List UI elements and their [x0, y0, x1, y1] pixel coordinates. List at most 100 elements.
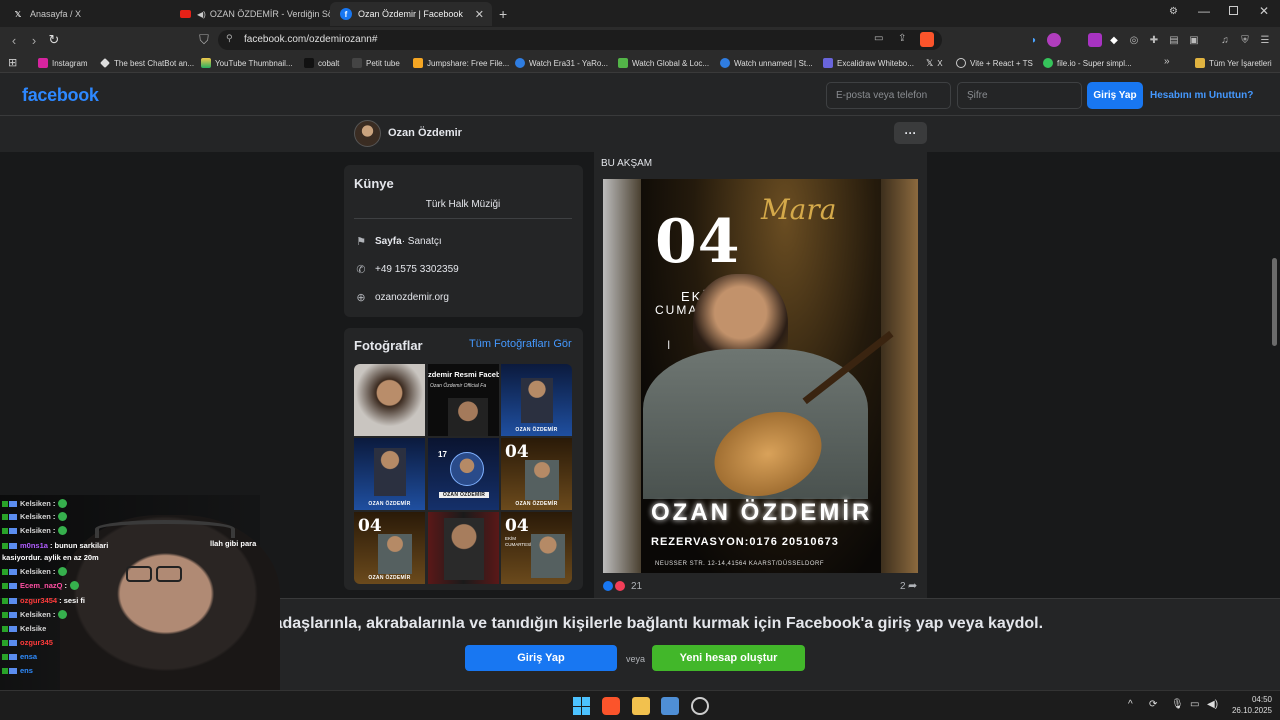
extension-icon-4[interactable]: ◎ [1127, 33, 1141, 47]
volume-icon[interactable]: ◀) [1207, 699, 1218, 710]
avatar[interactable] [354, 120, 381, 147]
apps-grid-icon[interactable]: ⊞ [8, 56, 17, 69]
password-field[interactable]: Şifre [957, 82, 1082, 109]
puzzle-icon[interactable]: ✚ [1147, 33, 1161, 47]
menu-icon[interactable]: ☰ [1258, 33, 1272, 47]
chat-username: ozgur345 [20, 638, 53, 647]
chat-message: Kelsiken: [2, 499, 68, 508]
youtube-icon [180, 10, 191, 18]
more-options-button[interactable]: ··· [894, 122, 927, 144]
brave-browser-icon[interactable] [602, 697, 620, 715]
bookmark-icon[interactable]: ⛉ [196, 32, 212, 48]
poster-name: OZAN ÖZDEMİR [651, 499, 873, 526]
extensions-icon[interactable]: ⚙ [1169, 6, 1178, 17]
bookmark-excalidraw[interactable]: Excalidraw Whitebo... [823, 56, 914, 70]
file-explorer-icon[interactable] [632, 697, 650, 715]
tray-chevron-icon[interactable]: ^ [1128, 699, 1133, 710]
chat-badge-icon [2, 625, 8, 632]
tab-x[interactable]: 𝕏 Anasayfa / X [2, 2, 170, 26]
extension-icon-1[interactable] [1047, 33, 1061, 47]
bookmark-jumpshare[interactable]: Jumpshare: Free File... [413, 56, 509, 70]
bookmark-unnamed[interactable]: Watch unnamed | St... [720, 56, 813, 70]
bookmark-global[interactable]: Watch Global & Loc... [618, 56, 709, 70]
photo-thumbnail[interactable]: 04 OZAN ÖZDEMİR [354, 512, 425, 584]
chat-badge-icon [9, 625, 17, 632]
chatbot-icon [100, 58, 110, 68]
profile-name[interactable]: Ozan Özdemir [388, 127, 462, 139]
post-image[interactable]: Mara 04 EKİM CUMARTESİ OZAN ÖZDEMİR REZE… [603, 179, 918, 573]
windows-start-icon[interactable] [573, 697, 591, 715]
vpn-icon[interactable]: ⛨ [1238, 33, 1252, 47]
tab-youtube[interactable]: ◀) OZAN ÖZDEMİR - Verdiğin Söz Ya [170, 2, 330, 26]
address-bar[interactable]: ⚲ facebook.com/ozdemirozann# ▭ ⇪ [218, 30, 942, 50]
all-bookmarks[interactable]: Tüm Yer İşaretleri [1195, 56, 1272, 70]
new-tab-icon[interactable]: + [499, 6, 507, 22]
forgot-account-link[interactable]: Hesabını mı Unuttun? [1150, 90, 1253, 101]
minimize-icon[interactable]: — [1198, 4, 1210, 18]
forward-icon[interactable]: › [26, 32, 42, 48]
bookmark-era31[interactable]: Watch Era31 - YaRo... [515, 56, 608, 70]
photo-thumbnail[interactable]: OZAN ÖZDEMİR [501, 364, 572, 436]
more-bookmarks-icon[interactable]: » [1164, 56, 1170, 67]
translate-icon[interactable]: ◗ [1027, 33, 1041, 47]
photo-thumbnail[interactable] [428, 512, 499, 584]
microphone-icon[interactable]: 🎙︎ [1171, 699, 1184, 710]
chat-badge-icon [9, 500, 17, 507]
chat-username: ozgur3454 [20, 596, 58, 605]
photo-thumbnail[interactable]: OZAN ÖZDEMİR [354, 438, 425, 510]
bookmark-fileio[interactable]: file.io - Super simpl... [1043, 56, 1132, 70]
tab-facebook[interactable]: f Ozan Özdemir | Facebook ✕ [330, 2, 492, 26]
page-scrollbar[interactable] [1272, 258, 1277, 346]
login-button[interactable]: Giriş Yap [465, 645, 617, 671]
display-icon[interactable]: ▭ [1190, 699, 1199, 710]
close-window-icon[interactable]: ✕ [1259, 4, 1269, 18]
bookmark-chatbot[interactable]: The best ChatBot an... [100, 56, 194, 70]
back-icon[interactable]: ‹ [6, 32, 22, 48]
bookmark-youtube-thumbnail[interactable]: YouTube Thumbnail... [201, 56, 293, 70]
clock[interactable]: 04:50 26.10.2025 [1226, 694, 1272, 716]
reload-icon[interactable]: ↻ [46, 32, 62, 48]
chat-message: ozgur345 [2, 638, 55, 647]
maximize-icon[interactable] [1229, 6, 1238, 15]
reactions-count[interactable]: 21 [631, 581, 642, 592]
chat-emote-icon [70, 581, 80, 590]
share-icon[interactable]: ⇪ [898, 33, 906, 44]
bookmark-x[interactable]: 𝕏X [926, 56, 943, 70]
create-account-button[interactable]: Yeni hesap oluştur [652, 645, 805, 671]
app-icon[interactable] [661, 697, 679, 715]
photo-thumbnail[interactable]: zdemir Resmi Faceboo Ozan Özdemir Offici… [428, 364, 499, 436]
bookmark-petit-tube[interactable]: Petit tube [352, 56, 400, 70]
glasses-icon [156, 566, 182, 582]
tab-title: Anasayfa / X [30, 9, 82, 19]
see-all-photos-link[interactable]: Tüm Fotoğrafları Gör [469, 338, 572, 350]
app-icon-2[interactable] [691, 697, 709, 715]
site-info-icon[interactable]: ⚲ [226, 33, 233, 44]
speaker-icon: ◀) [197, 9, 206, 19]
facebook-logo[interactable]: facebook [22, 85, 99, 106]
shares-count[interactable]: 2 [900, 581, 906, 592]
sidebar-icon[interactable]: ▤ [1167, 33, 1181, 47]
profile-bar: Ozan Özdemir ··· [0, 116, 1280, 152]
photo-thumbnail[interactable]: 04 EKİM CUMARTESİ [501, 512, 572, 584]
website-row[interactable]: ⊕ ozanozdemir.org [354, 290, 449, 304]
network-icon[interactable]: ⟳ [1149, 699, 1157, 710]
chat-badge-icon [9, 611, 17, 618]
extension-icon-3[interactable]: ◆ [1107, 33, 1121, 47]
bookmark-instagram[interactable]: Instagram [38, 56, 88, 70]
close-tab-icon[interactable]: ✕ [475, 8, 484, 21]
love-reaction-icon [615, 581, 625, 591]
chat-text: : [52, 610, 56, 619]
brave-shields-icon[interactable] [920, 32, 934, 47]
bookmark-cobalt[interactable]: cobalt [304, 56, 339, 70]
email-field[interactable]: E-posta veya telefon [826, 82, 951, 109]
chat-message-tail: llah gibi para [210, 539, 257, 548]
photo-thumbnail[interactable]: 17 OZAN ÖZDEMİR [428, 438, 499, 510]
wallet-icon[interactable]: ▣ [1187, 33, 1201, 47]
photo-thumbnail[interactable] [354, 364, 425, 436]
bookmark-vite[interactable]: Vite + React + TS [956, 56, 1033, 70]
music-icon[interactable]: ♫ [1218, 33, 1232, 47]
extension-icon-2[interactable] [1088, 33, 1102, 47]
login-button[interactable]: Giriş Yap [1087, 82, 1143, 109]
photo-thumbnail[interactable]: 04 OZAN ÖZDEMİR [501, 438, 572, 510]
cast-icon[interactable]: ▭ [874, 33, 883, 44]
